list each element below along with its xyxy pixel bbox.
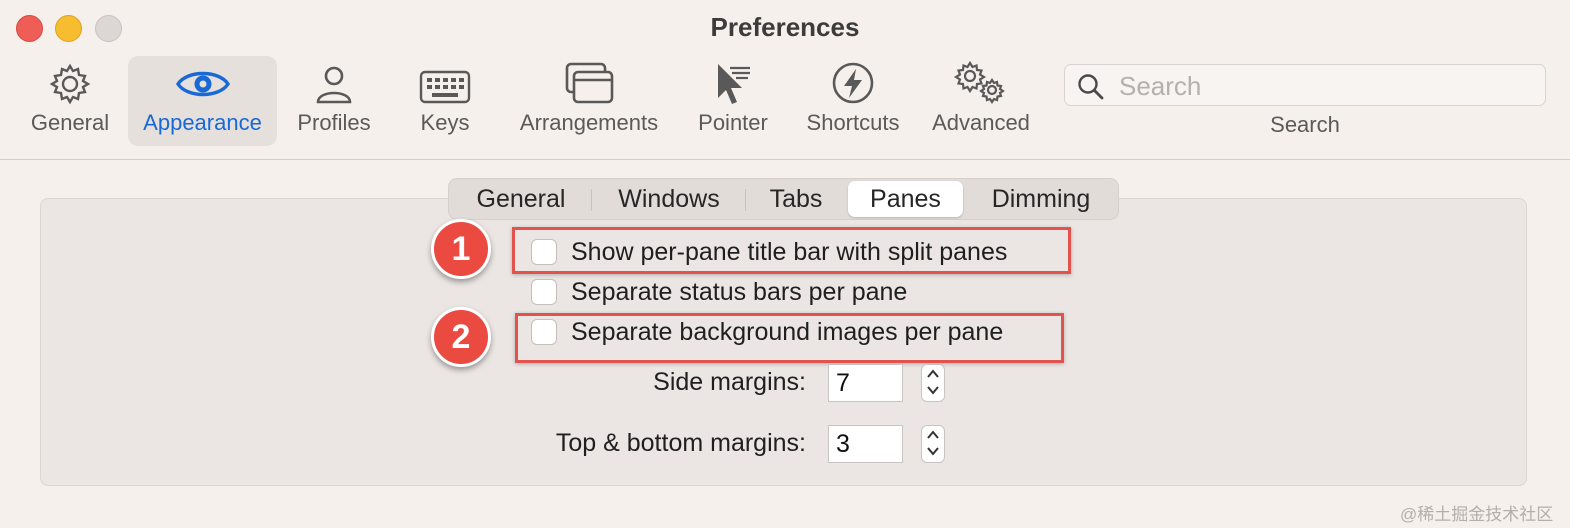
checkbox[interactable] — [531, 279, 557, 305]
window-title: Preferences — [710, 12, 860, 42]
search-caption: Search — [1270, 112, 1340, 137]
toolbar-label: Arrangements — [519, 110, 659, 135]
tab-general[interactable]: General — [451, 181, 591, 217]
tab-tabs[interactable]: Tabs — [747, 181, 845, 217]
eye-icon — [175, 56, 231, 106]
top-bottom-margins-stepper[interactable] — [921, 425, 945, 463]
toolbar-divider — [0, 159, 1570, 160]
annotation-badge-1: 1 — [431, 219, 491, 279]
tab-separator — [745, 189, 746, 211]
toolbar-label: Pointer — [698, 110, 768, 135]
toolbar-item-appearance[interactable]: Appearance — [128, 56, 277, 146]
settings-tab-bar: General Windows Tabs Panes Dimming — [448, 178, 1119, 220]
toolbar-item-profiles[interactable]: Profiles — [290, 56, 378, 146]
tab-panes[interactable]: Panes — [848, 181, 963, 217]
toolbar-label: Keys — [420, 110, 470, 135]
side-margins-field[interactable]: 7 — [828, 364, 903, 402]
toolbar-item-shortcuts[interactable]: Shortcuts — [800, 56, 906, 146]
windows-icon — [563, 56, 615, 106]
tab-dimming[interactable]: Dimming — [967, 181, 1115, 217]
toolbar-label: Shortcuts — [806, 110, 900, 135]
tab-windows[interactable]: Windows — [594, 181, 744, 217]
side-margins-label: Side margins: — [653, 368, 806, 396]
watermark: @稀土掘金技术社区 — [1400, 505, 1554, 524]
stepper-arrows-icon — [927, 369, 939, 395]
toolbar-item-advanced[interactable]: Advanced — [926, 56, 1036, 146]
toolbar-label: Profiles — [297, 110, 371, 135]
top-bottom-margins-label: Top & bottom margins: — [555, 429, 806, 457]
toolbar-item-pointer[interactable]: Pointer — [690, 56, 776, 146]
lightning-icon — [830, 56, 876, 106]
keyboard-icon — [418, 56, 472, 106]
toolbar-item-arrangements[interactable]: Arrangements — [510, 56, 668, 146]
gear-icon — [48, 56, 92, 106]
annotation-highlight-2 — [515, 313, 1064, 363]
toolbar-item-general[interactable]: General — [20, 56, 120, 146]
option-label: Separate status bars per pane — [571, 277, 908, 306]
top-bottom-margins-field[interactable]: 3 — [828, 425, 903, 463]
pointer-icon — [710, 56, 756, 106]
person-icon — [312, 56, 356, 106]
search-field[interactable] — [1064, 64, 1546, 106]
annotation-badge-2: 2 — [431, 307, 491, 367]
toolbar-label: Appearance — [143, 110, 262, 135]
annotation-highlight-1 — [512, 227, 1071, 274]
side-margins-stepper[interactable] — [921, 364, 945, 402]
toolbar-label: General — [30, 110, 110, 135]
stepper-arrows-icon — [927, 430, 939, 456]
toolbar-item-keys[interactable]: Keys — [405, 56, 485, 146]
search-input[interactable] — [1117, 69, 1531, 103]
option-separate-status-bars[interactable]: Separate status bars per pane — [531, 277, 907, 307]
toolbar-label: Advanced — [932, 110, 1030, 135]
tab-separator — [591, 189, 592, 211]
gears-icon — [952, 56, 1010, 106]
search-icon — [1077, 73, 1105, 106]
